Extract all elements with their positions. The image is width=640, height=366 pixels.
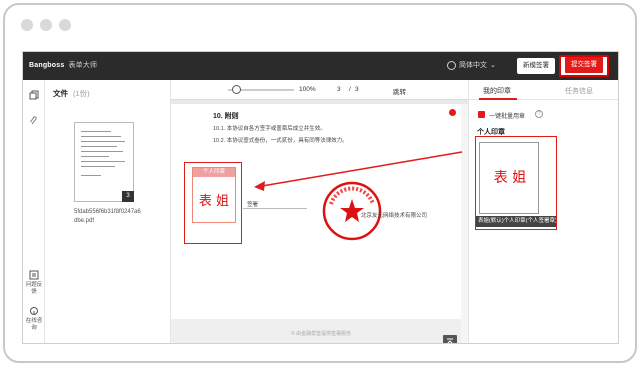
viewer-scrollbar[interactable] <box>461 104 468 343</box>
sign-label: 签署 <box>247 202 259 208</box>
submit-sign-button[interactable]: 提交签署 <box>559 55 609 77</box>
batch-seal-checkbox[interactable] <box>478 111 485 118</box>
stamp-label: 个人印章 <box>193 168 235 177</box>
signing-app: Bangboss 表单大师 简体中文 ⌄ 新模签署 提交签署 问题反馈 在线咨询 … <box>22 51 619 344</box>
help-icon[interactable]: ? <box>535 110 543 118</box>
support-icon[interactable] <box>29 306 39 316</box>
active-tab-indicator <box>479 98 517 100</box>
back-to-top-button[interactable] <box>443 335 457 343</box>
document-page: 10. 附则 10.1. 本协议自各方签字或盖章后成立并生效。 10.2. 本协… <box>171 104 461 319</box>
batch-seal-label: 一键批量用章 <box>489 114 526 120</box>
doc-line: 10.2. 本协议壹式叁份，一式贰份，具有同等法律效力。 <box>213 138 348 144</box>
switch-sign-button[interactable]: 新模签署 <box>517 58 555 74</box>
top-bar: Bangboss 表单大师 简体中文 ⌄ 新模签署 提交签署 <box>23 52 618 80</box>
globe-icon <box>447 60 456 70</box>
window-dot-icon[interactable] <box>40 19 52 31</box>
window-controls <box>21 19 71 31</box>
zoom-slider-handle[interactable] <box>232 85 241 94</box>
page-current[interactable]: 3 <box>337 86 341 93</box>
window-dot-icon[interactable] <box>59 19 71 31</box>
page-number-badge: 3 <box>122 191 134 202</box>
page-footer: © 由金融帮签提供签署服务 <box>171 319 461 343</box>
page-total: 3 <box>355 86 359 93</box>
logo: Bangboss 表单大师 <box>29 62 98 69</box>
seal-card[interactable]: 表 姐 <box>479 142 539 214</box>
personal-stamp[interactable]: 个人印章 表 姐 <box>192 167 236 223</box>
file-panel-title: 文件 (1份) <box>53 89 90 98</box>
tab-task-info[interactable]: 任务信息 <box>565 86 593 96</box>
language-selector[interactable]: 简体中文 ⌄ <box>447 60 496 70</box>
zoom-level: 100% <box>299 86 316 93</box>
seal-caption: 表姐(默认)个人印章(个人签署章) <box>476 216 556 227</box>
window-dot-icon[interactable] <box>21 19 33 31</box>
page-separator: / <box>349 86 351 93</box>
tab-bar: 我的印章 任务信息 <box>469 80 618 100</box>
file-panel: 文件 (1份) 3 5fdab556f6b31f8f0247a6dbe.pdf <box>45 80 171 343</box>
right-panel: 我的印章 任务信息 一键批量用章 ? 个人印章 表 姐 表姐(默认)个人印章(个… <box>468 80 618 343</box>
feedback-icon[interactable] <box>29 270 39 280</box>
chevron-down-icon: ⌄ <box>490 62 496 69</box>
document-viewer: 100% 3 / 3 跳转 10. 附则 10.1. 本协议自各方签字或盖章后成… <box>171 80 468 343</box>
stamp-name: 表 姐 <box>198 194 230 209</box>
page-signed-icon <box>449 109 456 116</box>
doc-heading: 10. 附则 <box>213 113 239 120</box>
left-rail: 问题反馈 在线咨询 <box>23 80 45 343</box>
viewer-toolbar: 100% 3 / 3 跳转 <box>171 80 468 100</box>
stamp-placement-box[interactable]: 个人印章 表 姐 <box>184 162 242 244</box>
doc-line: 10.1. 本协议自各方签字或盖章后成立并生效。 <box>213 126 326 132</box>
paperclip-icon[interactable] <box>29 116 39 126</box>
goto-page-button[interactable]: 跳转 <box>393 86 406 96</box>
company-name: 北京友元网络技术有限公司 <box>361 213 428 219</box>
seal-option[interactable]: 表 姐 表姐(默认)个人印章(个人签署章) <box>475 136 557 230</box>
language-label: 简体中文 <box>459 62 487 69</box>
feedback-label[interactable]: 问题反馈 <box>25 282 43 296</box>
support-label[interactable]: 在线咨询 <box>25 318 43 332</box>
signature-line <box>243 208 307 209</box>
copy-icon[interactable] <box>29 90 39 100</box>
file-name: 5fdab556f6b31f8f0247a6dbe.pdf <box>74 209 141 224</box>
page-thumbnail[interactable]: 3 <box>74 122 134 202</box>
seal-name: 表 姐 <box>493 170 527 186</box>
arrow-up-icon <box>447 338 453 343</box>
tab-my-seals[interactable]: 我的印章 <box>483 86 511 96</box>
